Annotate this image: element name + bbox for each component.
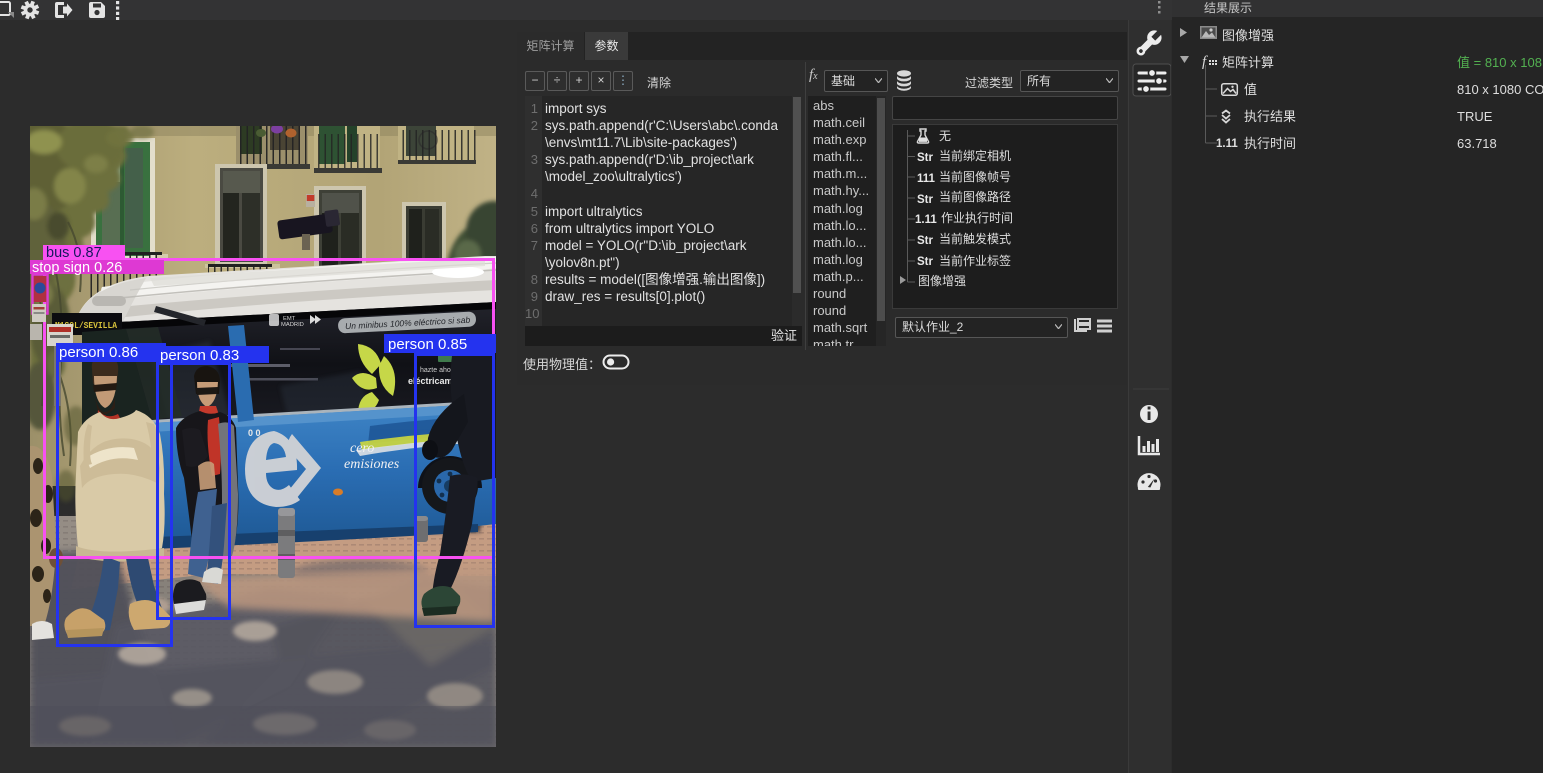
svg-text:MADRID: MADRID (281, 322, 304, 328)
svg-text:1.11: 1.11 (1216, 138, 1238, 150)
svg-text:f: f (1202, 54, 1208, 70)
svg-text:cero: cero (350, 441, 374, 456)
svg-text:Str: Str (917, 194, 934, 206)
svg-text:111: 111 (917, 173, 936, 185)
svg-text:person 0.86: person 0.86 (59, 344, 138, 361)
svg-text:person 0.85: person 0.85 (388, 336, 467, 353)
svg-text:person 0.83: person 0.83 (160, 347, 239, 364)
svg-text:Str: Str (917, 235, 934, 247)
svg-text:Str: Str (917, 256, 934, 268)
svg-text:Str: Str (917, 152, 934, 164)
svg-text:0 0: 0 0 (248, 428, 261, 438)
svg-text:1.11: 1.11 (915, 214, 937, 226)
svg-text:emisiones: emisiones (344, 457, 400, 472)
